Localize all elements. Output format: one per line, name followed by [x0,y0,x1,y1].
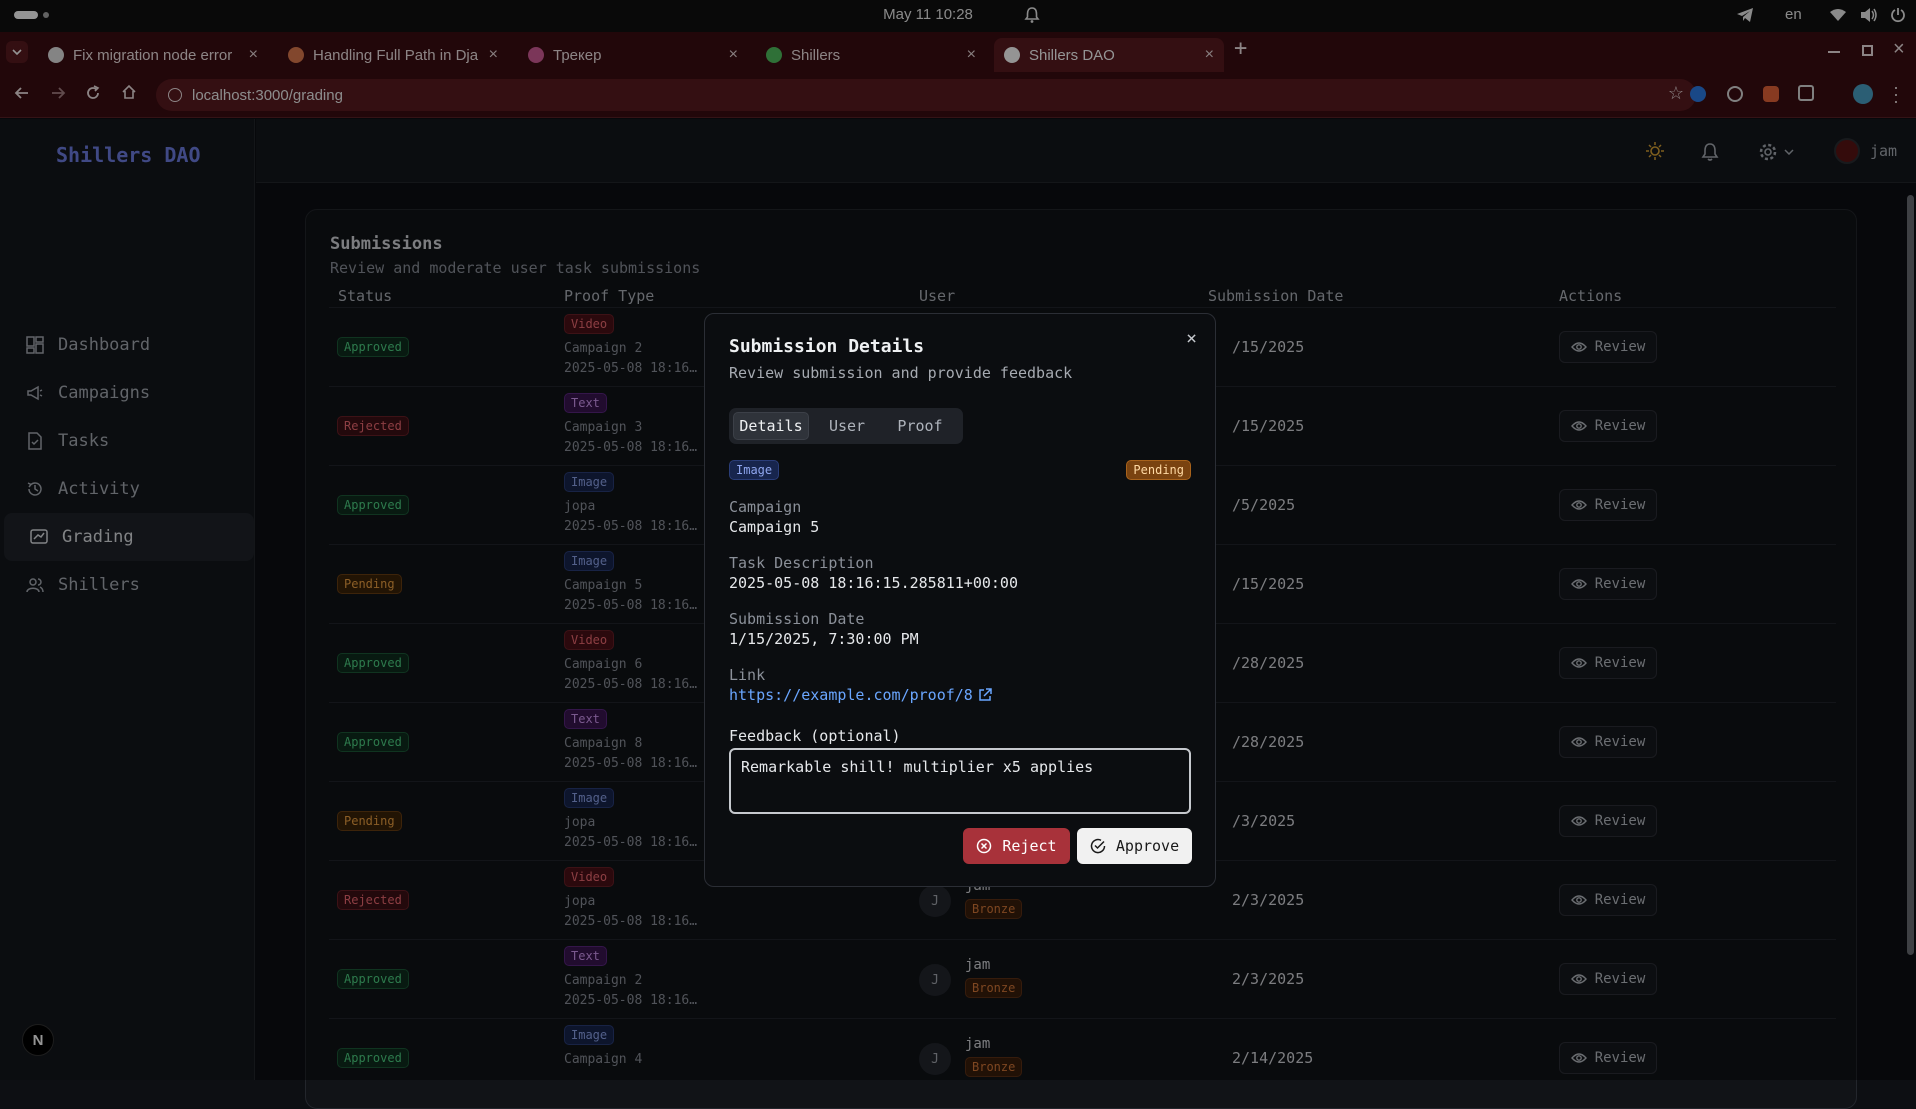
check-circle-icon [1090,838,1106,854]
status-badge: Pending [1126,460,1191,480]
proof-link-text[interactable]: https://example.com/proof/8 [729,686,973,704]
campaign-value: Campaign 5 [729,518,820,536]
submission-details-dialog: Submission Details Review submission and… [704,313,1216,887]
feedback-label: Feedback (optional) [729,727,901,745]
tab-user[interactable]: User [817,412,877,440]
feedback-textarea[interactable]: Remarkable shill! multiplier x5 applies [729,748,1191,814]
tab-details[interactable]: Details [733,412,809,440]
submission-date-label: Submission Date [729,610,865,628]
dialog-subtitle: Review submission and provide feedback [729,364,1073,382]
approve-button-label: Approve [1115,837,1180,855]
link-label: Link [729,666,766,684]
dialog-title: Submission Details [729,336,925,357]
submission-date-value: 1/15/2025, 7:30:00 PM [729,630,919,648]
external-link-icon [979,688,992,701]
proof-type-badge: Image [729,460,780,480]
reject-button[interactable]: Reject [963,828,1070,864]
task-description-label: Task Description [729,554,874,572]
approve-button[interactable]: Approve [1077,828,1192,864]
close-icon[interactable]: × [1186,328,1197,349]
tab-proof[interactable]: Proof [885,412,955,440]
dialog-tabs: Details User Proof [729,408,963,444]
reject-button-label: Reject [1002,837,1057,855]
campaign-label: Campaign [729,498,802,516]
x-circle-icon [977,838,992,854]
task-description-value: 2025-05-08 18:16:15.285811+00:00 [729,574,1018,592]
proof-link[interactable]: https://example.com/proof/8 [729,686,992,704]
